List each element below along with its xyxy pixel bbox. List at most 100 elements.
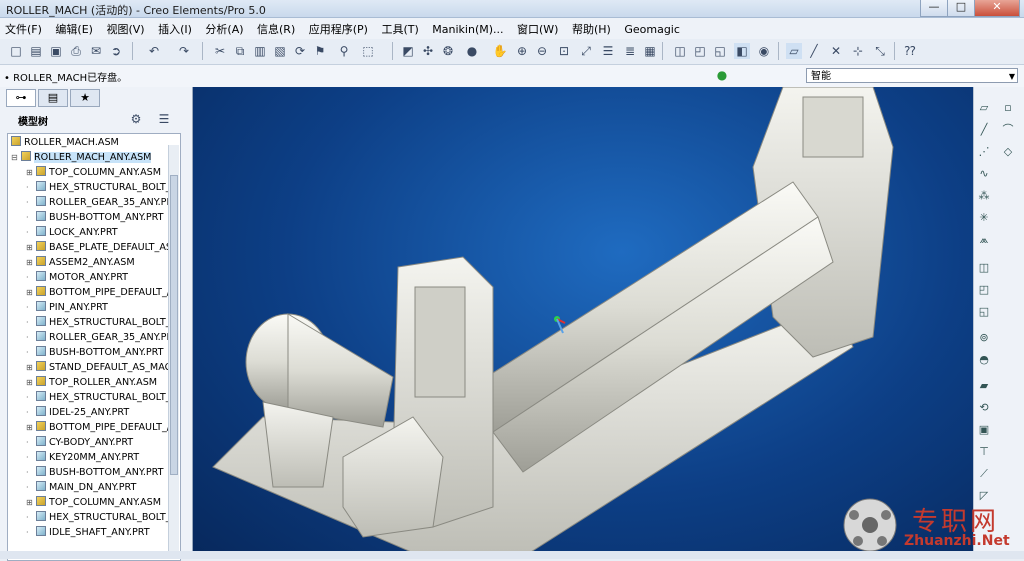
plane-small-icon[interactable]: ▫: [1000, 101, 1016, 115]
tree-item[interactable]: · BUSH-BOTTOM_ANY.PRT: [26, 465, 164, 480]
collapse-icon[interactable]: ⊟: [11, 150, 19, 165]
tree-item[interactable]: · MAIN_DN_ANY.PRT: [26, 480, 136, 495]
print-icon[interactable]: ⎙: [68, 43, 84, 59]
expand-icon[interactable]: ⊞: [26, 375, 34, 390]
select-box-icon[interactable]: ⬚: [360, 43, 376, 59]
copy-icon[interactable]: ⧉: [232, 43, 248, 59]
spin-center-icon[interactable]: ✣: [420, 43, 436, 59]
component-tool-icon[interactable]: ◫: [976, 261, 992, 275]
tab-folder-browser[interactable]: ▤: [38, 89, 68, 107]
tree-item[interactable]: ⊞ ASSEM2_ANY.ASM: [26, 255, 135, 270]
menu-insert[interactable]: 插入(I): [153, 18, 197, 37]
sketch-tool-icon[interactable]: ∿: [976, 167, 992, 181]
annotations-icon[interactable]: ⤡: [872, 43, 888, 59]
layers-icon[interactable]: ≣: [622, 43, 638, 59]
tree-item[interactable]: · BUSH-BOTTOM_ANY.PRT: [26, 210, 164, 225]
menu-info[interactable]: 信息(R): [252, 18, 300, 37]
tree-item[interactable]: · LOCK_ANY.PRT: [26, 225, 118, 240]
hidden-line-icon[interactable]: ◰: [692, 43, 708, 59]
selection-filter-dropdown[interactable]: 智能 ▼: [806, 68, 1018, 83]
redo-icon[interactable]: ↷: [176, 43, 192, 59]
menu-edit[interactable]: 编辑(E): [50, 18, 98, 37]
regenerate-icon[interactable]: ⟳: [292, 43, 308, 59]
tree-item[interactable]: · ROLLER_GEAR_35_ANY.PRT: [26, 195, 178, 210]
datum-point-tool-icon[interactable]: ⋰: [976, 145, 992, 159]
graphics-window[interactable]: [193, 87, 973, 559]
menu-analysis[interactable]: 分析(A): [200, 18, 248, 37]
datum-axis-tool-icon[interactable]: ╱: [976, 123, 992, 137]
tree-scrollbar[interactable]: [168, 145, 179, 557]
hole-tool-icon[interactable]: ⊚: [976, 331, 992, 345]
pan-hand-icon[interactable]: ✋: [492, 43, 508, 59]
save-icon[interactable]: ▣: [48, 43, 64, 59]
tree-item[interactable]: ⊞ BOTTOM_PIPE_DEFAULT_/: [26, 285, 170, 300]
tree-item[interactable]: · HEX_STRUCTURAL_BOLT_(: [26, 510, 174, 525]
expand-icon[interactable]: ⊞: [26, 360, 34, 375]
menu-help[interactable]: 帮助(H): [567, 18, 616, 37]
tree-item[interactable]: ⊞ TOP_ROLLER_ANY.ASM: [26, 375, 157, 390]
extrude-tool-icon[interactable]: ▰: [976, 379, 992, 393]
menu-window[interactable]: 窗口(W): [512, 18, 563, 37]
tree-item[interactable]: · IDEL-25_ANY.PRT: [26, 405, 129, 420]
maximize-button[interactable]: □: [947, 0, 975, 17]
expand-icon[interactable]: ⊞: [26, 285, 34, 300]
tree-item[interactable]: · HEX_STRUCTURAL_BOLT_(: [26, 390, 174, 405]
expand-icon[interactable]: ⊞: [26, 420, 34, 435]
refit-icon[interactable]: ⊡: [556, 43, 572, 59]
tree-item[interactable]: · KEY20MM_ANY.PRT: [26, 450, 139, 465]
tab-favorites[interactable]: ★: [70, 89, 100, 107]
rib-tool-icon[interactable]: ⊤: [976, 445, 992, 459]
expand-icon[interactable]: ⊞: [26, 240, 34, 255]
send-icon[interactable]: ➲: [108, 43, 124, 59]
curve-small-icon[interactable]: ⌒: [1000, 123, 1016, 137]
appearance-icon[interactable]: ●: [464, 43, 480, 59]
expand-icon[interactable]: ⊞: [26, 165, 34, 180]
csys-tool-icon[interactable]: ✳: [976, 211, 992, 225]
wireframe-icon[interactable]: ◫: [672, 43, 688, 59]
tree-item[interactable]: ⊞ BASE_PLATE_DEFAULT_AS_: [26, 240, 177, 255]
tree-item[interactable]: ⊞ TOP_COLUMN_ANY.ASM: [26, 165, 161, 180]
zoom-in-icon[interactable]: ⊕: [514, 43, 530, 59]
context-help-icon[interactable]: ⁇: [902, 43, 918, 59]
zoom-out-icon[interactable]: ⊖: [534, 43, 550, 59]
orient-mode-icon[interactable]: ❂: [440, 43, 456, 59]
round-tool-icon[interactable]: ◓: [976, 353, 992, 367]
menu-geomagic[interactable]: Geomagic: [619, 20, 685, 36]
tree-item[interactable]: · CY-BODY_ANY.PRT: [26, 435, 133, 450]
undo-icon[interactable]: ↶: [146, 43, 162, 59]
view-manager-icon[interactable]: ▦: [642, 43, 658, 59]
menu-applications[interactable]: 应用程序(P): [304, 18, 373, 37]
open-folder-icon[interactable]: ▤: [28, 43, 44, 59]
expand-icon[interactable]: ⊞: [26, 495, 34, 510]
analysis-tool-icon[interactable]: ⩕: [976, 233, 992, 247]
paste-special-icon[interactable]: ▧: [272, 43, 288, 59]
close-button[interactable]: ✕: [974, 0, 1020, 17]
shading-icon[interactable]: ◧: [734, 43, 750, 59]
datum-planes-icon[interactable]: ▱: [786, 43, 802, 59]
tree-item[interactable]: · PIN_ANY.PRT: [26, 300, 108, 315]
draft-tool-icon[interactable]: ⟋: [976, 467, 992, 481]
new-file-icon[interactable]: □: [8, 43, 24, 59]
datum-plane-tool-icon[interactable]: ▱: [976, 101, 992, 115]
menu-manikin[interactable]: Manikin(M)...: [427, 20, 508, 36]
point-small-icon[interactable]: ◇: [1000, 145, 1016, 159]
expand-icon[interactable]: ⊞: [26, 255, 34, 270]
datum-points-icon[interactable]: ✕: [828, 43, 844, 59]
revolve-tool-icon[interactable]: ⟲: [976, 401, 992, 415]
point-tool-icon[interactable]: ⁂: [976, 189, 992, 203]
tree-item[interactable]: · HEX_STRUCTURAL_BOLT_(: [26, 315, 174, 330]
tab-model-tree[interactable]: ⊶: [6, 89, 36, 107]
menu-file[interactable]: 文件(F): [0, 18, 47, 37]
tree-item[interactable]: · MOTOR_ANY.PRT: [26, 270, 128, 285]
tree-item[interactable]: ⊞ BOTTOM_PIPE_DEFAULT_/: [26, 420, 170, 435]
tree-item[interactable]: · IDLE_SHAFT_ANY.PRT: [26, 525, 150, 540]
paste-icon[interactable]: ▥: [252, 43, 268, 59]
minimize-button[interactable]: —: [920, 0, 948, 17]
coordinate-systems-icon[interactable]: ⊹: [850, 43, 866, 59]
tree-root[interactable]: ROLLER_MACH.ASM: [11, 135, 119, 150]
tree-item[interactable]: ⊞ STAND_DEFAULT_AS_MAC: [26, 360, 171, 375]
shell-tool-icon[interactable]: ▣: [976, 423, 992, 437]
reorient-icon[interactable]: ⤢: [578, 43, 594, 59]
tree-item[interactable]: · BUSH-BOTTOM_ANY.PRT: [26, 345, 164, 360]
repaint-icon[interactable]: ◩: [400, 43, 416, 59]
